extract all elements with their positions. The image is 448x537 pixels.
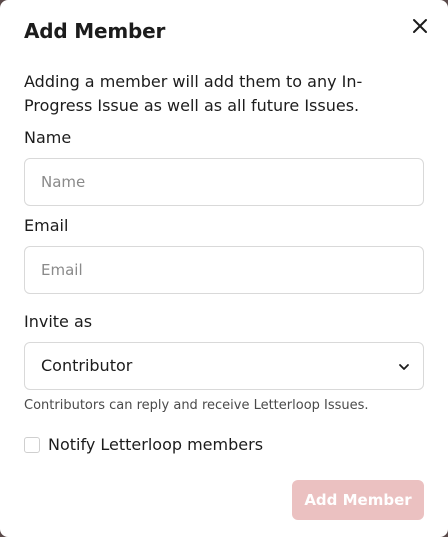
email-label: Email	[24, 216, 69, 235]
modal-title: Add Member	[24, 19, 166, 43]
invite-as-selected-value: Contributor	[41, 356, 133, 375]
close-icon[interactable]	[408, 14, 432, 38]
notify-members-label[interactable]: Notify Letterloop members	[48, 435, 263, 454]
modal-description: Adding a member will add them to any In-…	[24, 72, 363, 115]
invite-as-hint: Contributors can reply and receive Lette…	[24, 398, 369, 413]
email-input[interactable]	[24, 246, 424, 294]
invite-as-label: Invite as	[24, 312, 93, 331]
add-member-modal: Add Member Adding a member will add them…	[0, 0, 448, 537]
invite-as-select[interactable]: Contributor	[24, 342, 424, 390]
add-member-button[interactable]: Add Member	[292, 480, 424, 520]
chevron-down-icon	[399, 364, 409, 370]
name-input[interactable]	[24, 158, 424, 206]
name-label: Name	[24, 128, 72, 147]
notify-members-checkbox[interactable]	[24, 437, 40, 453]
